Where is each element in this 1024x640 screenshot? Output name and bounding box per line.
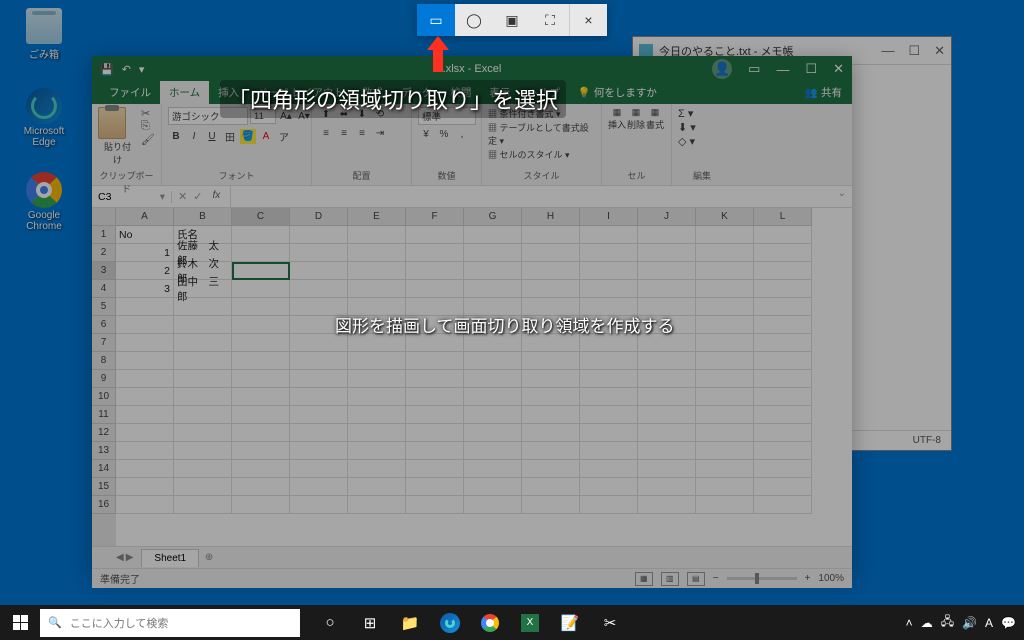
taskbar-search[interactable]: 🔍 ここに入力して検索: [40, 609, 300, 637]
search-icon: 🔍: [48, 616, 62, 629]
taskbar-edge-icon[interactable]: [430, 605, 470, 640]
task-view-icon[interactable]: ⊞: [350, 605, 390, 640]
tray-ime-icon[interactable]: A: [985, 616, 993, 630]
snip-toolbar: ▭ ◯ ▣ ⛶ ×: [417, 4, 607, 36]
annotation-arrow: [433, 36, 449, 72]
taskbar-snip-icon[interactable]: ✂: [590, 605, 630, 640]
annotation-title: 「四角形の領域切り取り」を選択: [220, 80, 566, 118]
taskbar-notepad-icon[interactable]: 📝: [550, 605, 590, 640]
start-button[interactable]: [0, 605, 40, 640]
tray-chevron-icon[interactable]: ˄: [906, 616, 913, 630]
taskbar-chrome-icon[interactable]: [470, 605, 510, 640]
windows-logo-icon: [13, 615, 28, 630]
search-placeholder: ここに入力して検索: [70, 615, 169, 631]
taskbar: 🔍 ここに入力して検索 ○ ⊞ 📁 X 📝 ✂ ˄ ☁ 🖧 🔊 A 💬: [0, 605, 1024, 640]
tray-notifications-icon[interactable]: 💬: [1001, 616, 1016, 630]
cortana-icon[interactable]: ○: [310, 605, 350, 640]
system-tray: ˄ ☁ 🖧 🔊 A 💬: [906, 612, 1024, 633]
snip-close-button[interactable]: ×: [569, 4, 607, 36]
taskbar-excel-icon[interactable]: X: [510, 605, 550, 640]
snip-rectangular-button[interactable]: ▭: [417, 4, 455, 36]
snip-window-button[interactable]: ▣: [493, 4, 531, 36]
taskbar-explorer-icon[interactable]: 📁: [390, 605, 430, 640]
snip-freeform-button[interactable]: ◯: [455, 4, 493, 36]
tray-network-icon[interactable]: 🖧: [941, 612, 954, 633]
snip-fullscreen-button[interactable]: ⛶: [531, 4, 569, 36]
tray-onedrive-icon[interactable]: ☁: [921, 616, 933, 630]
tray-volume-icon[interactable]: 🔊: [962, 616, 977, 630]
annotation-helper: 図形を描画して画面切り取り領域を作成する: [335, 312, 675, 337]
